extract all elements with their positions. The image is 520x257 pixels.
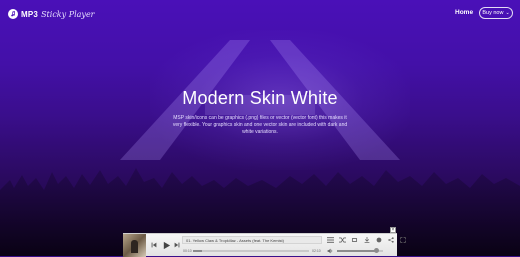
shuffle-icon[interactable] — [337, 236, 348, 244]
album-cover — [123, 234, 146, 257]
buy-now-button[interactable]: Buy now ⌄ — [479, 7, 513, 19]
time-total: 02:10 — [312, 249, 321, 253]
seek-bar[interactable] — [193, 250, 309, 252]
sticky-player: 01. Yellow Claw & Tropkillaz - Assets (f… — [123, 233, 406, 257]
logo-text: MP3 — [21, 9, 39, 19]
expand-icon[interactable] — [397, 236, 408, 244]
previous-icon[interactable] — [149, 240, 159, 250]
player-tools — [325, 236, 408, 244]
cart-icon[interactable] — [373, 236, 384, 244]
share-icon[interactable] — [385, 236, 396, 244]
volume-icon[interactable] — [326, 247, 334, 255]
nav-home-link[interactable]: Home — [455, 9, 473, 16]
track-title: 01. Yellow Claw & Tropkillaz - Assets (f… — [186, 238, 284, 243]
volume-slider[interactable] — [337, 248, 383, 253]
track-title-bar: 01. Yellow Claw & Tropkillaz - Assets (f… — [182, 236, 322, 244]
download-icon[interactable] — [361, 236, 372, 244]
logo-script: Sticky Player — [41, 9, 95, 19]
next-icon[interactable] — [172, 240, 182, 250]
page-title: Modern Skin White — [182, 88, 338, 108]
playlist-icon[interactable] — [325, 236, 336, 244]
music-note-icon — [8, 9, 18, 19]
hero-description: MSP skin/icons can be graphics (.png) fi… — [172, 115, 348, 135]
top-nav: MP3 Sticky Player Home Buy now ⌄ — [0, 0, 520, 28]
volume-handle[interactable] — [373, 248, 379, 253]
volume-fill — [337, 250, 377, 252]
logo[interactable]: MP3 Sticky Player — [8, 8, 95, 20]
seek-bar-fill — [193, 250, 203, 252]
play-icon[interactable] — [160, 239, 172, 251]
time-elapsed: 00:10 — [183, 249, 192, 253]
buy-now-label: Buy now — [482, 10, 504, 16]
repeat-icon[interactable] — [349, 236, 360, 244]
chevron-down-icon: ⌄ — [505, 10, 510, 16]
